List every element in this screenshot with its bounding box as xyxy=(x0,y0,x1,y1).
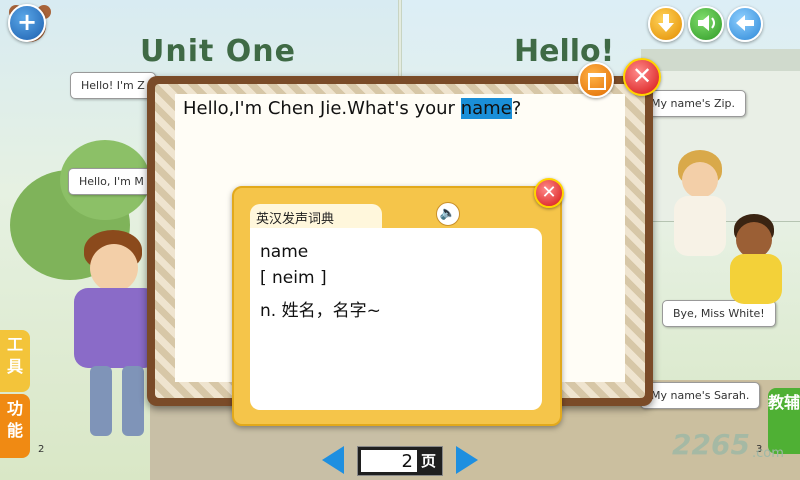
tools-tab[interactable]: 工具 xyxy=(0,330,30,392)
page-number-input[interactable] xyxy=(361,450,417,472)
dictionary-title: 英汉发声词典 xyxy=(256,212,335,227)
back-arrow-icon[interactable] xyxy=(727,6,763,42)
boy-character-illustration xyxy=(724,214,794,334)
highlighted-word[interactable]: name xyxy=(460,98,512,119)
plus-icon[interactable]: + xyxy=(8,4,46,42)
dictionary-word: name xyxy=(260,242,309,262)
sentence-text: Hello,I'm Chen Jie.What's your name? xyxy=(183,98,521,119)
next-page-arrow-icon[interactable] xyxy=(456,446,478,474)
functions-tab[interactable]: 功能 xyxy=(0,394,30,458)
page-unit-label: 页 xyxy=(421,452,437,470)
speech-bubble[interactable]: My name's Zip. xyxy=(640,90,747,117)
pronounce-speaker-icon[interactable]: 🔈 xyxy=(436,202,460,226)
sentence-before: Hello,I'm Chen Jie.What's your xyxy=(183,98,461,119)
dictionary-definition: n. 姓名，名字~ xyxy=(260,301,381,321)
speech-bubble[interactable]: Hello, I'm M xyxy=(68,168,155,195)
close-icon[interactable]: ✕ xyxy=(534,178,564,208)
sentence-after: ? xyxy=(511,98,522,119)
previous-page-arrow-icon[interactable] xyxy=(322,446,344,474)
page-number: 2 xyxy=(38,444,45,455)
download-arrow-icon[interactable] xyxy=(648,6,684,42)
watermark-suffix: .com xyxy=(752,446,784,461)
unit-title: Unit One xyxy=(140,34,296,69)
close-icon[interactable]: ✕ xyxy=(623,58,661,96)
dictionary-entry: name [ neim ] n. 姓名，名字~ xyxy=(250,228,542,410)
speaker-icon[interactable] xyxy=(688,6,724,42)
page-selector: 页 xyxy=(357,446,443,476)
window-toggle-icon[interactable] xyxy=(578,62,614,98)
dictionary-popup: 英汉发声词典 🔈 name [ neim ] n. 姓名，名字~ xyxy=(232,186,562,426)
speech-bubble[interactable]: My name's Sarah. xyxy=(640,382,761,409)
watermark-logo: 2265 xyxy=(672,428,750,461)
teaching-aids-tab[interactable]: 教辅 xyxy=(768,388,800,454)
dictionary-phonetic: [ neim ] xyxy=(260,268,327,288)
speech-bubble[interactable]: Hello! I'm Z xyxy=(70,72,156,99)
